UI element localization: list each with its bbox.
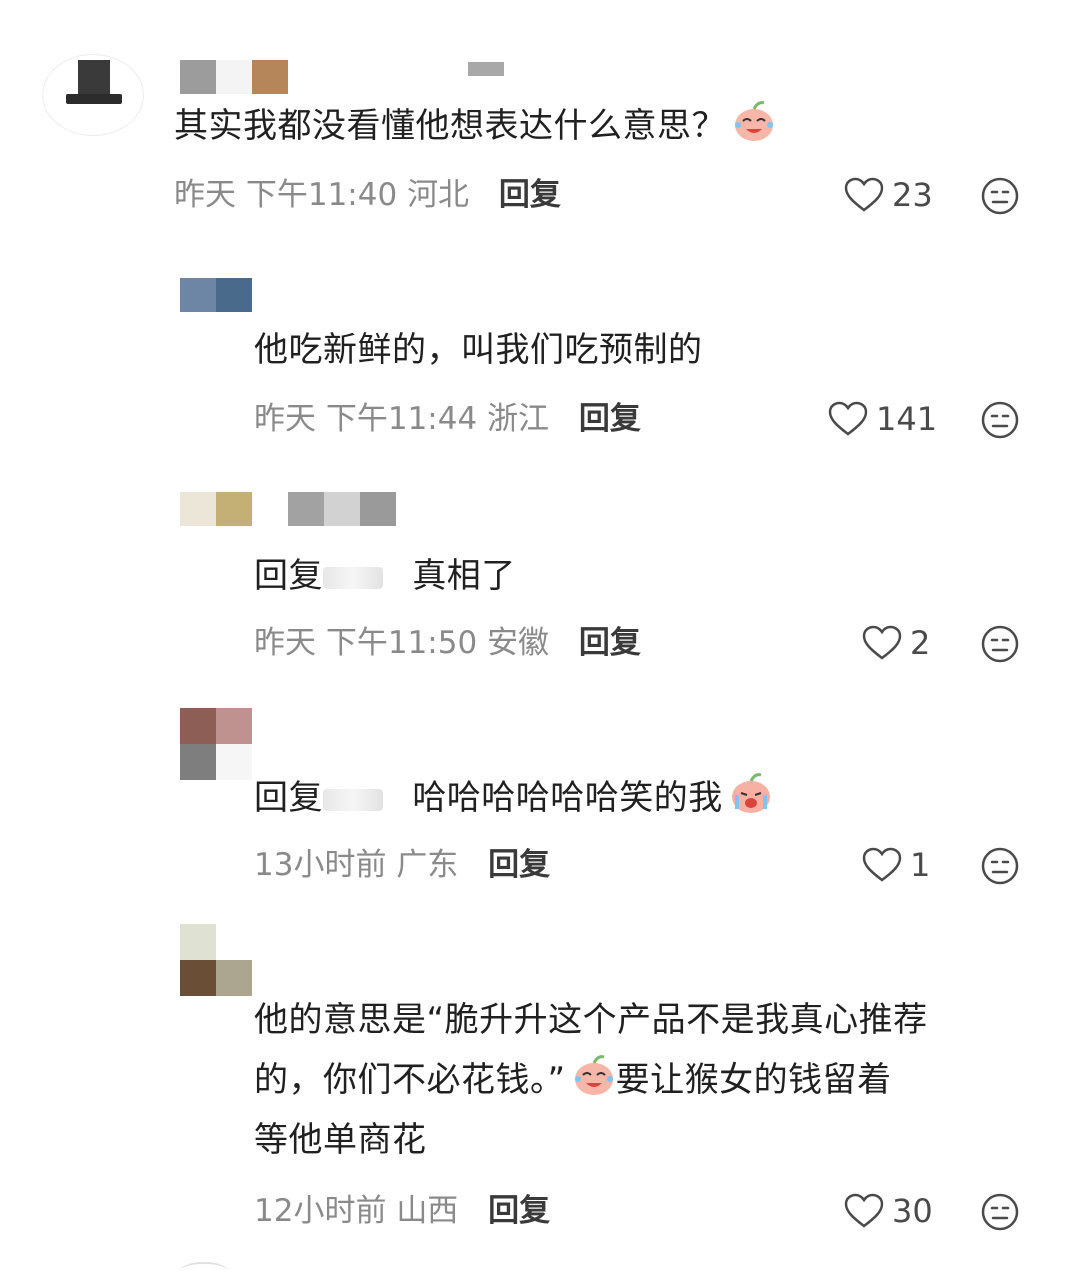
like-button[interactable]: 1	[862, 840, 930, 890]
comment-meta: 12小时前 山西 回复	[254, 1186, 550, 1236]
dislike-face-icon[interactable]	[980, 1192, 1020, 1232]
comment-location: 安徽	[487, 625, 550, 661]
laugh-cry-peach-emoji-icon	[735, 101, 773, 141]
comment-text: 他吃新鲜的，叫我们吃预制的	[254, 330, 703, 370]
comment-meta: 昨天 下午11:40 河北 回复	[174, 170, 561, 220]
heart-icon	[844, 1193, 884, 1228]
comment-text: 回复 真相了	[254, 556, 516, 596]
heart-icon	[862, 625, 902, 660]
like-count: 30	[892, 1192, 933, 1230]
reply-avatar[interactable]	[180, 492, 252, 526]
next-comment-avatar	[180, 1262, 228, 1280]
user-avatar[interactable]	[42, 54, 144, 136]
comment-time: 12小时前	[254, 1193, 387, 1229]
username-pixelated[interactable]	[288, 492, 396, 526]
reply-avatar[interactable]	[180, 278, 252, 312]
reply-button[interactable]: 回复	[579, 625, 641, 661]
like-button[interactable]: 30	[844, 1186, 933, 1236]
like-button[interactable]: 141	[828, 394, 937, 444]
dislike-face-icon[interactable]	[980, 846, 1020, 886]
crying-peach-emoji-icon	[731, 773, 770, 813]
heart-icon	[828, 401, 868, 436]
reply-button[interactable]: 回复	[499, 177, 561, 213]
like-count: 23	[892, 176, 933, 214]
laugh-cry-peach-emoji-icon	[574, 1055, 613, 1095]
username-pixelated[interactable]	[180, 60, 288, 94]
reply-button[interactable]: 回复	[488, 847, 550, 883]
like-count: 2	[910, 624, 931, 662]
like-count: 1	[910, 846, 931, 884]
comment-location: 浙江	[487, 401, 550, 437]
heart-icon	[862, 847, 902, 882]
heart-icon	[844, 177, 884, 212]
like-button[interactable]: 23	[844, 170, 933, 220]
like-button[interactable]: 2	[862, 618, 930, 668]
comment-location: 河北	[407, 177, 470, 213]
reply-prefix: 回复	[254, 778, 323, 818]
blurred-username	[323, 566, 383, 589]
comment-location: 山西	[396, 1193, 459, 1229]
comment-text-line-3: 等他单商花	[254, 1120, 427, 1160]
comment-time: 昨天 下午11:50	[254, 625, 478, 661]
comment-time: 昨天 下午11:44	[254, 401, 478, 437]
dislike-face-icon[interactable]	[980, 176, 1020, 216]
dislike-face-icon[interactable]	[980, 400, 1020, 440]
comment-meta: 昨天 下午11:44 浙江 回复	[254, 394, 641, 444]
top-hat-icon	[66, 60, 122, 106]
comment-text-line-2: 的，你们不必花钱。” 要让猴女的钱留着	[254, 1050, 892, 1110]
comment-time: 13小时前	[254, 847, 387, 883]
comment-text-line-1: 他的意思是“脆升升这个产品不是我真心推荐	[254, 1000, 928, 1040]
reply-button[interactable]: 回复	[488, 1193, 550, 1229]
reply-avatar[interactable]	[180, 708, 252, 780]
reply-button[interactable]: 回复	[579, 401, 641, 437]
comment-text: 其实我都没看懂他想表达什么意思？	[174, 96, 776, 156]
username-pixelated	[468, 62, 504, 76]
dislike-face-icon[interactable]	[980, 624, 1020, 664]
blurred-username	[323, 788, 383, 811]
comment-meta: 13小时前 广东 回复	[254, 840, 550, 890]
comment-location: 广东	[396, 847, 459, 883]
reply-avatar[interactable]	[180, 924, 252, 996]
comment-text: 回复 哈哈哈哈哈哈笑的我	[254, 768, 773, 828]
comment-time: 昨天 下午11:40	[174, 177, 398, 213]
reply-prefix: 回复	[254, 556, 323, 596]
like-count: 141	[876, 400, 938, 438]
comment-meta: 昨天 下午11:50 安徽 回复	[254, 618, 641, 668]
